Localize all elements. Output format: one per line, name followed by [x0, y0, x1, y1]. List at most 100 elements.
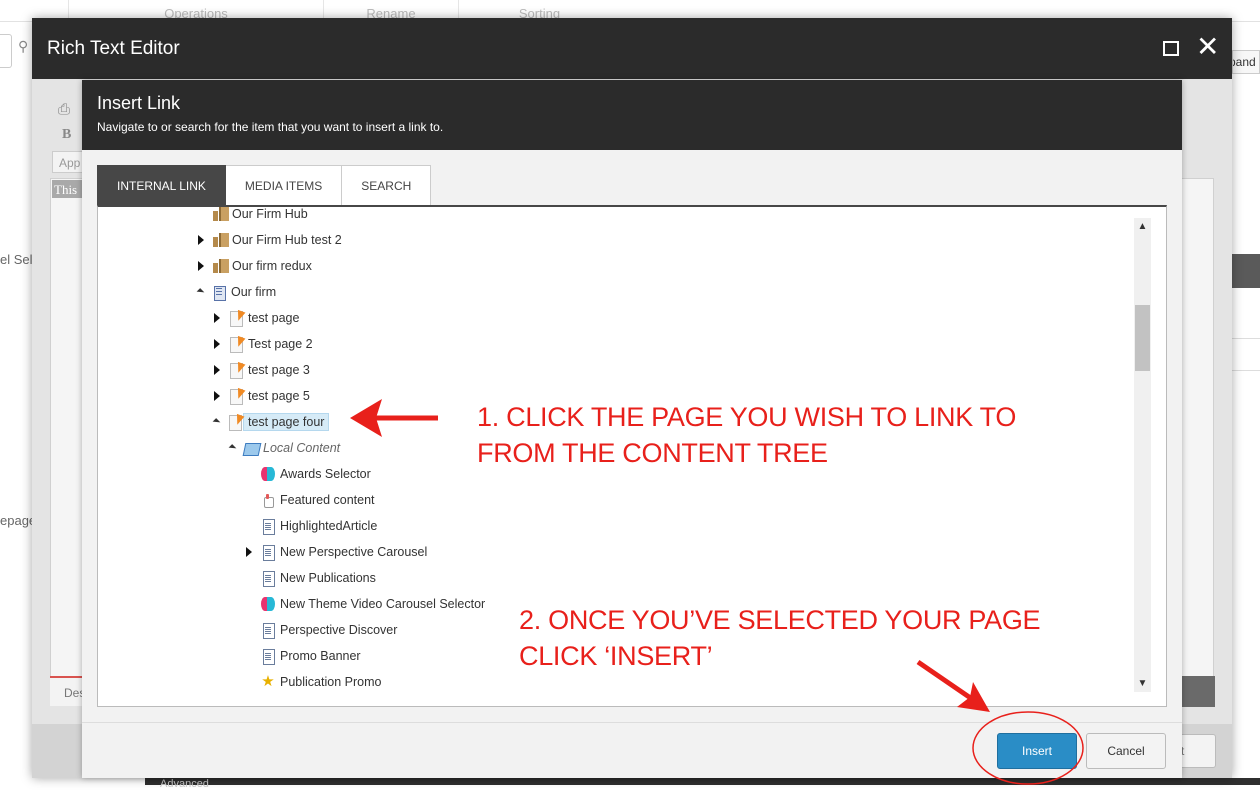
thumbs-up-icon	[260, 492, 276, 508]
collapse-arrow-icon[interactable]	[196, 288, 205, 296]
print-icon[interactable]: ⎙	[58, 101, 70, 118]
tree-item-label: test page four	[243, 413, 330, 431]
tree-item[interactable]: New Theme Video Carousel Selector	[246, 594, 485, 614]
background-section-bar	[145, 778, 1260, 785]
tree-item-label: New Theme Video Carousel Selector	[280, 597, 486, 611]
tree-item[interactable]: test page 5	[214, 386, 310, 406]
collapse-arrow-icon[interactable]	[228, 444, 237, 452]
building-stack-icon	[212, 258, 229, 274]
tree-item[interactable]: ★ Publication Promo	[246, 672, 381, 692]
tree-item-label: Our Firm Hub	[232, 207, 308, 221]
tree-item-label: test page 3	[248, 363, 310, 377]
tree-item-label: Promo Banner	[280, 649, 361, 663]
expand-arrow-icon[interactable]	[214, 339, 220, 349]
page-icon	[228, 310, 244, 327]
scroll-up-icon[interactable]: ▲	[1134, 218, 1151, 235]
expand-arrow-icon[interactable]	[214, 313, 220, 323]
tree-item[interactable]: test page four	[212, 412, 330, 432]
annotation-step1-line2: FROM THE CONTENT TREE	[477, 438, 828, 468]
insert-link-header: Insert Link Navigate to or search for th…	[82, 80, 1182, 150]
insert-button[interactable]: Insert	[997, 733, 1077, 769]
tree-item-label: New Perspective Carousel	[280, 545, 428, 559]
tree-item-label: test page 5	[248, 389, 310, 403]
maximize-icon[interactable]	[1163, 41, 1179, 56]
document-icon	[260, 648, 276, 665]
collapse-arrow-icon[interactable]	[212, 418, 221, 426]
scroll-down-icon[interactable]: ▼	[1134, 675, 1151, 692]
tree-item[interactable]: New Publications	[246, 568, 376, 588]
tree-item-label: test page	[248, 311, 300, 325]
tree-item-label: Perspective Discover	[280, 623, 398, 637]
page-icon	[228, 388, 244, 405]
tree-item[interactable]: test page	[214, 308, 299, 328]
tree-item-label: Local Content	[263, 441, 341, 455]
tree-item[interactable]: New Perspective Carousel	[246, 542, 427, 562]
tree-item[interactable]: Promo Banner	[246, 646, 361, 666]
scrollbar-thumb[interactable]	[1135, 305, 1150, 371]
tree-item[interactable]: Perspective Discover	[246, 620, 397, 640]
dialog-title: Insert Link	[97, 93, 181, 113]
expand-arrow-icon[interactable]	[214, 391, 220, 401]
page-icon	[227, 414, 243, 431]
divider	[1232, 370, 1260, 371]
search-icon[interactable]: ⚲	[18, 38, 28, 55]
link-type-tabs: INTERNAL LINK MEDIA ITEMS SEARCH	[97, 165, 432, 206]
background-side-label: epage	[0, 513, 37, 528]
tab-search[interactable]: SEARCH	[342, 165, 432, 206]
building-stack-icon	[212, 207, 229, 222]
insert-link-footer: Insert Cancel	[82, 722, 1182, 778]
annotation-step2-line2: CLICK ‘INSERT’	[519, 641, 713, 671]
annotation-step1-line1: 1. CLICK THE PAGE YOU WISH TO LINK TO	[477, 402, 1017, 432]
building-icon	[211, 284, 227, 301]
background-section-label: Advanced	[160, 778, 209, 790]
rte-title: Rich Text Editor	[47, 38, 180, 59]
tree-item-label: Test page 2	[248, 337, 313, 351]
swirl-icon	[260, 596, 276, 612]
tree-item[interactable]: Awards Selector	[246, 464, 371, 484]
tab-internal-link[interactable]: INTERNAL LINK	[97, 165, 226, 206]
tree-item[interactable]: Our firm	[196, 282, 277, 302]
tree-item[interactable]: HighlightedArticle	[246, 516, 377, 536]
background-search-input[interactable]	[0, 34, 12, 68]
document-icon	[260, 518, 276, 535]
rte-header: Rich Text Editor ✕	[32, 18, 1232, 79]
document-icon	[260, 544, 276, 561]
bold-button[interactable]: B	[62, 127, 71, 143]
tree-item-label: Our firm	[231, 285, 277, 299]
tree-item-label: Featured content	[280, 493, 375, 507]
close-icon[interactable]: ✕	[1196, 32, 1219, 62]
tree-item[interactable]: Our firm redux	[198, 256, 312, 276]
folder-icon	[243, 440, 259, 456]
tree-item[interactable]: Our Firm Hub test 2	[198, 230, 342, 250]
tree-item[interactable]: test page 3	[214, 360, 310, 380]
tree-item-label: New Publications	[280, 571, 376, 585]
tree-item-label: HighlightedArticle	[280, 519, 378, 533]
tree-item[interactable]: Featured content	[246, 490, 375, 510]
document-icon	[260, 622, 276, 639]
expand-arrow-icon[interactable]	[198, 235, 204, 245]
star-icon: ★	[261, 673, 275, 690]
expand-arrow-icon[interactable]	[214, 365, 220, 375]
expand-arrow-icon[interactable]	[246, 547, 252, 557]
tree-item[interactable]: Local Content	[228, 438, 341, 458]
swirl-icon	[260, 466, 276, 482]
dialog-subtitle: Navigate to or search for the item that …	[97, 120, 444, 134]
background-expand-button[interactable]: pand	[1232, 50, 1260, 74]
annotation-step2-line1: 2. ONCE YOU’VE SELECTED YOUR PAGE	[519, 605, 1041, 635]
rte-tab-dark	[1182, 676, 1215, 707]
tree-item-label: Publication Promo	[280, 675, 382, 689]
rte-editor-text: This	[52, 180, 82, 198]
expand-arrow-icon[interactable]	[198, 261, 204, 271]
tab-media-items[interactable]: MEDIA ITEMS	[225, 165, 343, 206]
building-stack-icon	[212, 232, 229, 248]
divider	[1232, 338, 1260, 339]
cancel-button[interactable]: Cancel	[1086, 733, 1166, 769]
scrollbar-track[interactable]	[1134, 218, 1151, 692]
tree-item[interactable]: Our Firm Hub	[198, 207, 308, 224]
tree-item[interactable]: Test page 2	[214, 334, 313, 354]
page-icon	[228, 336, 244, 353]
background-panel-header	[1232, 254, 1260, 288]
tree-item-label: Awards Selector	[280, 467, 371, 481]
tree-item-label: Our Firm Hub test 2	[232, 233, 342, 247]
tree-item-label: Our firm redux	[232, 259, 312, 273]
